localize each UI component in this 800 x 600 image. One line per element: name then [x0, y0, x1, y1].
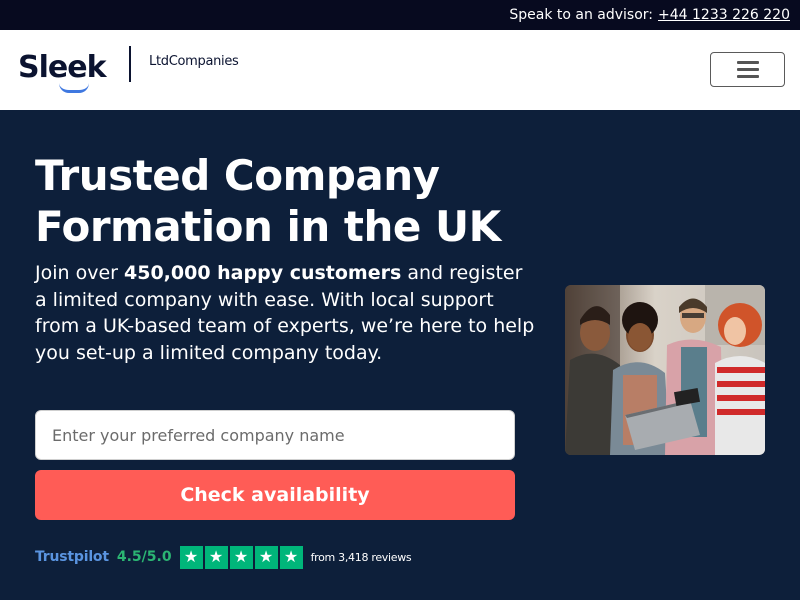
top-bar: Speak to an advisor: +44 1233 226 220	[0, 0, 800, 30]
logo-divider	[129, 46, 131, 82]
check-availability-button[interactable]: Check availability	[35, 470, 515, 520]
trustpilot-brand: Trustpilot	[35, 549, 109, 565]
trustpilot-reviews: from 3,418 reviews	[310, 550, 412, 564]
trustpilot-score: 4.5/5.0	[116, 549, 172, 565]
trustpilot-stars: ★ ★ ★ ★ ★	[179, 545, 303, 569]
logo-smile-icon	[59, 83, 89, 93]
menu-button[interactable]	[710, 52, 785, 87]
hamburger-menu-icon	[736, 61, 759, 64]
star-icon: ★	[254, 545, 278, 569]
advisor-label: Speak to an advisor:	[509, 7, 654, 23]
star-icon: ★	[229, 545, 253, 569]
star-icon: ★	[279, 545, 303, 569]
team-photo	[565, 285, 765, 455]
company-name-input[interactable]	[35, 410, 515, 460]
site-header: Sleek LtdCompanies	[0, 30, 800, 110]
logo-sleek-text: Sleek	[18, 53, 107, 93]
star-icon: ★	[179, 545, 203, 569]
hero-customers-highlight: 450,000 happy customers	[124, 262, 402, 284]
hero-description: Join over 450,000 happy customers and re…	[35, 262, 535, 364]
logo[interactable]: Sleek LtdCompanies	[18, 46, 239, 93]
hero-title: Trusted Company Formation in the UK	[35, 151, 501, 251]
star-icon: ★	[204, 545, 228, 569]
logo-subtitle: LtdCompanies	[149, 54, 239, 69]
advisor-phone-link[interactable]: +44 1233 226 220	[658, 7, 790, 23]
trustpilot-rating[interactable]: Trustpilot 4.5/5.0 ★ ★ ★ ★ ★ from 3,418 …	[35, 545, 412, 569]
